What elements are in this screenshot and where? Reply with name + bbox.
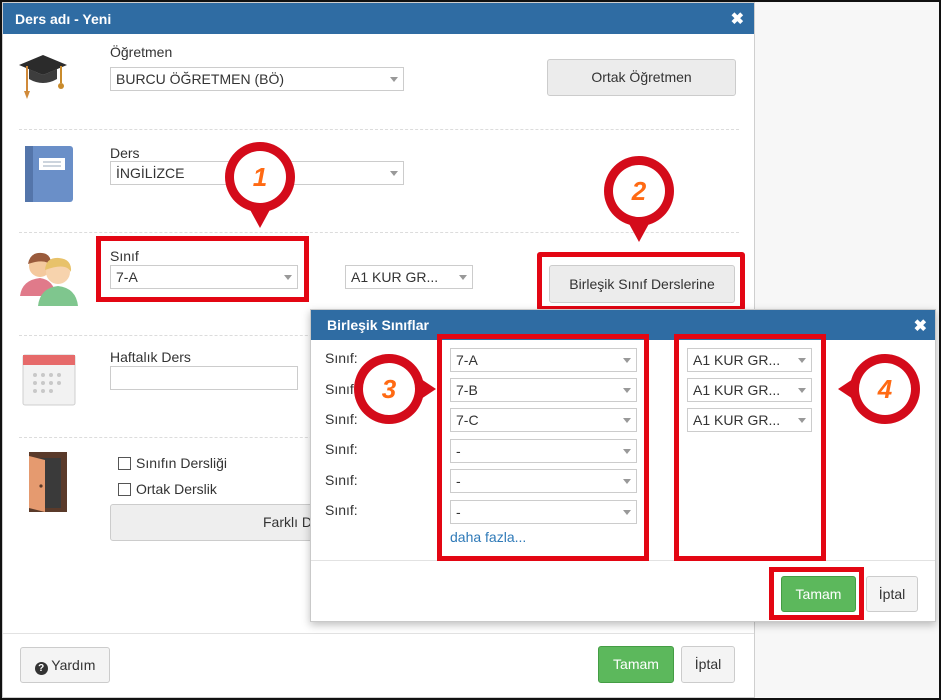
different-button-label: Farklı D	[263, 514, 312, 530]
callout-pointer	[627, 220, 651, 242]
book-icon	[25, 146, 73, 202]
class-select[interactable]: 7-A	[110, 265, 298, 289]
chevron-down-icon	[623, 510, 631, 515]
chevron-down-icon	[459, 275, 467, 280]
classroom-option-label: Sınıfın Dersliği	[136, 455, 228, 471]
chevron-down-icon	[623, 388, 631, 393]
close-icon[interactable]: ✖	[731, 9, 744, 29]
help-button-label: Yardım	[51, 657, 96, 673]
callout-pointer	[248, 206, 272, 228]
row-label: Sınıf:	[325, 411, 358, 427]
combined-class-value: -	[456, 504, 461, 520]
course-select-value: İNGİLİZCE	[116, 165, 185, 181]
more-link[interactable]: daha fazla...	[450, 529, 526, 545]
sub-dialog-footer	[311, 560, 935, 561]
combined-class-select[interactable]: -	[450, 469, 637, 493]
combined-class-value: -	[456, 473, 461, 489]
shared-classroom-checkbox[interactable]	[118, 483, 131, 496]
chevron-down-icon	[284, 275, 292, 280]
combined-class-select[interactable]: 7-C	[450, 408, 637, 432]
divider	[19, 129, 739, 130]
dialog-header: Ders adı - Yeni ✖	[3, 3, 754, 34]
row-label: Sınıf:	[325, 502, 358, 518]
group-select[interactable]: A1 KUR GR...	[345, 265, 473, 289]
callout-marker-4: 4	[838, 354, 920, 424]
combined-class-select[interactable]: -	[450, 439, 637, 463]
ok-button[interactable]: Tamam	[598, 646, 674, 683]
dialog-footer	[3, 633, 754, 634]
teacher-select-value: BURCU ÖĞRETMEN (BÖ)	[116, 71, 284, 87]
door-icon	[29, 452, 67, 512]
chevron-down-icon	[798, 358, 806, 363]
combined-classes-dialog: Birleşik Sınıflar ✖ Sınıf: Sınıf: Sınıf:…	[310, 309, 936, 622]
combined-class-value: -	[456, 443, 461, 459]
row-label: Sınıf:	[325, 350, 358, 366]
classroom-checkbox[interactable]	[118, 457, 131, 470]
row-label: Sınıf:	[325, 381, 358, 397]
sub-dialog-header: Birleşik Sınıflar ✖	[311, 310, 935, 340]
callout-number: 4	[859, 363, 911, 415]
dialog-title: Ders adı - Yeni	[15, 11, 112, 27]
chevron-down-icon	[623, 358, 631, 363]
weekly-label: Haftalık Ders	[110, 349, 191, 365]
close-icon[interactable]: ✖	[914, 316, 927, 336]
combined-class-select[interactable]: 7-A	[450, 348, 637, 372]
chevron-down-icon	[623, 449, 631, 454]
combined-class-value: 7-A	[456, 352, 478, 368]
combined-group-select[interactable]: A1 KUR GR...	[687, 348, 812, 372]
row-label: Sınıf:	[325, 472, 358, 488]
sub-ok-button[interactable]: Tamam	[781, 576, 856, 612]
course-label: Ders	[110, 145, 140, 161]
chevron-down-icon	[390, 171, 398, 176]
callout-pointer	[838, 377, 856, 401]
class-label: Sınıf	[110, 248, 139, 264]
teacher-select[interactable]: BURCU ÖĞRETMEN (BÖ)	[110, 67, 404, 91]
combined-classes-button[interactable]: Birleşik Sınıf Derslerine	[549, 265, 735, 303]
cancel-button[interactable]: İptal	[681, 646, 735, 683]
graduation-cap-icon	[19, 55, 67, 99]
callout-number: 2	[613, 165, 665, 217]
teacher-label: Öğretmen	[110, 44, 173, 60]
combined-class-value: 7-B	[456, 382, 478, 398]
question-icon: ?	[34, 662, 48, 675]
combined-class-value: 7-C	[456, 412, 479, 428]
calendar-icon	[22, 354, 76, 406]
sub-cancel-button[interactable]: İptal	[866, 576, 918, 612]
weekly-input[interactable]	[110, 366, 298, 390]
combined-class-select[interactable]: 7-B	[450, 378, 637, 402]
shared-classroom-option-label: Ortak Derslik	[136, 481, 217, 497]
callout-marker-2: 2	[604, 156, 674, 242]
combined-group-value: A1 KUR GR...	[693, 412, 781, 428]
combined-group-select[interactable]: A1 KUR GR...	[687, 408, 812, 432]
sub-dialog-title: Birleşik Sınıflar	[327, 317, 429, 333]
students-icon	[20, 252, 78, 306]
chevron-down-icon	[798, 418, 806, 423]
callout-number: 1	[234, 151, 286, 203]
callout-number: 3	[363, 363, 415, 415]
combined-group-select[interactable]: A1 KUR GR...	[687, 378, 812, 402]
callout-marker-3: 3	[354, 354, 436, 424]
shared-teacher-button[interactable]: Ortak Öğretmen	[547, 59, 736, 96]
help-button[interactable]: ? Yardım	[20, 647, 110, 683]
combined-group-value: A1 KUR GR...	[693, 382, 781, 398]
combined-class-select[interactable]: -	[450, 500, 637, 524]
chevron-down-icon	[623, 418, 631, 423]
class-select-value: 7-A	[116, 269, 138, 285]
callout-pointer	[418, 377, 436, 401]
chevron-down-icon	[623, 479, 631, 484]
row-label: Sınıf:	[325, 441, 358, 457]
group-select-value: A1 KUR GR...	[351, 269, 439, 285]
chevron-down-icon	[798, 388, 806, 393]
combined-group-value: A1 KUR GR...	[693, 352, 781, 368]
chevron-down-icon	[390, 77, 398, 82]
callout-marker-1: 1	[225, 142, 295, 228]
